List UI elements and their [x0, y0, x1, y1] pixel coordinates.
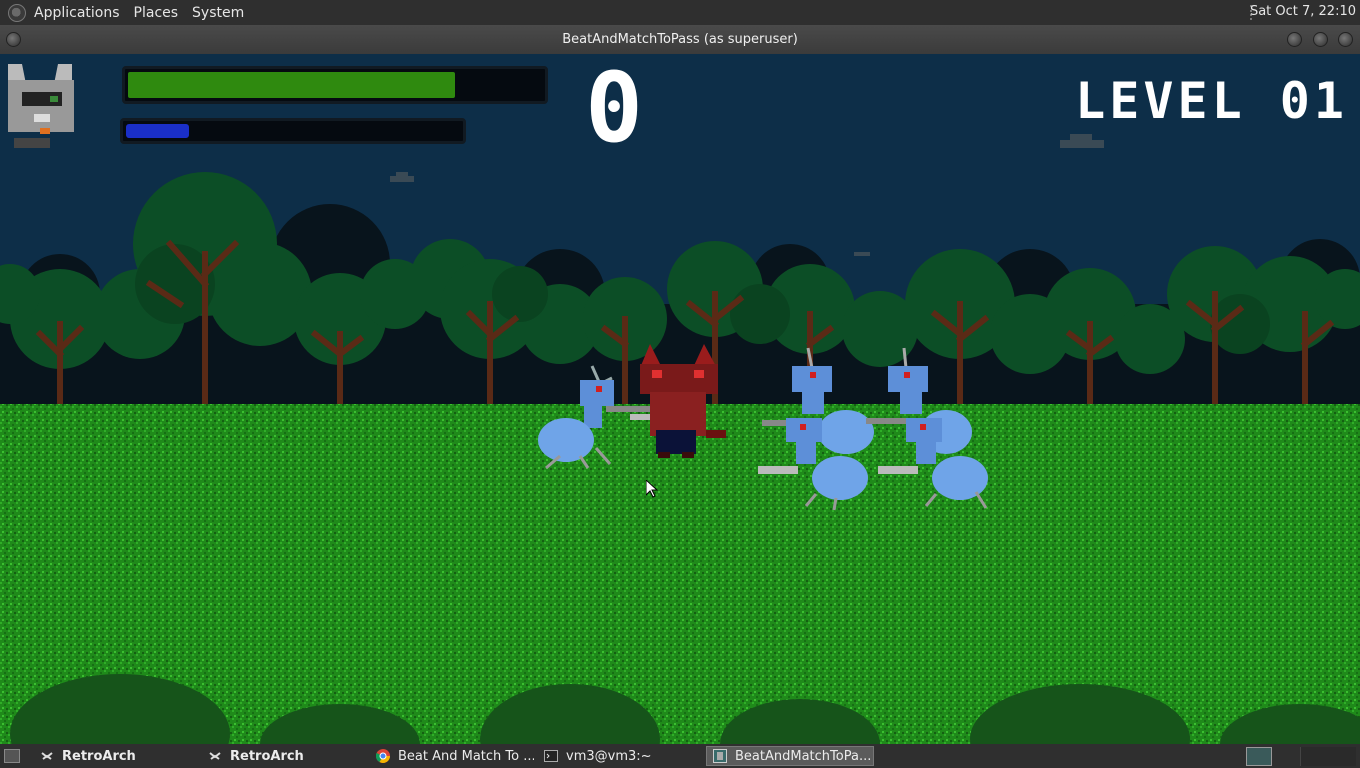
taskbar-item-label: RetroArch: [230, 748, 304, 764]
score-counter: 0: [585, 54, 643, 164]
chrome-icon: [375, 749, 390, 763]
minimize-button[interactable]: [1287, 32, 1302, 47]
retroarch-icon: [208, 749, 222, 763]
terminal-icon: [544, 749, 558, 763]
grass-field: [0, 404, 1360, 744]
health-bar: [122, 66, 548, 104]
workspace-switcher[interactable]: [1300, 747, 1356, 766]
menu-applications[interactable]: Applications: [34, 5, 120, 21]
taskbar-item-retroarch-2[interactable]: RetroArch: [202, 746, 366, 766]
window-title-bar[interactable]: BeatAndMatchToPass (as superuser): [0, 25, 1360, 54]
taskbar-item-label: vm3@vm3:~: [566, 748, 652, 764]
taskbar-item-retroarch-1[interactable]: RetroArch: [34, 746, 198, 766]
close-button[interactable]: [1338, 32, 1353, 47]
tray-app-icon[interactable]: [1246, 747, 1272, 766]
game-scene: [0, 54, 1360, 744]
taskbar-item-terminal[interactable]: vm3@vm3:~: [538, 746, 702, 766]
mana-bar-fill: [126, 124, 190, 138]
taskbar-item-label: RetroArch: [62, 748, 136, 764]
maximize-button[interactable]: [1313, 32, 1328, 47]
taskbar-item-label: Beat And Match To ...: [398, 748, 534, 764]
taskbar: RetroArch RetroArch Beat And Match To ..…: [0, 744, 1360, 768]
taskbar-item-game-window[interactable]: BeatAndMatchToPa...: [706, 746, 874, 766]
top-panel: Applications Places System Sat Oct 7, 22…: [0, 0, 1360, 25]
mana-bar: [120, 118, 466, 144]
menu-system[interactable]: System: [192, 5, 244, 21]
menu-places[interactable]: Places: [134, 5, 179, 21]
window-title: BeatAndMatchToPass (as superuser): [562, 32, 798, 47]
game-viewport[interactable]: 0 LEVEL 01: [0, 54, 1360, 744]
applications-logo-icon[interactable]: [8, 3, 26, 22]
retroarch-icon: [40, 749, 54, 763]
health-bar-fill: [128, 72, 456, 98]
clock[interactable]: Sat Oct 7, 22:10: [1250, 4, 1356, 19]
mouse-cursor-icon: [646, 480, 658, 498]
level-indicator: LEVEL 01: [1075, 72, 1348, 130]
taskbar-item-label: BeatAndMatchToPa...: [735, 748, 872, 764]
player-avatar-icon: [8, 64, 74, 148]
show-desktop-icon[interactable]: [4, 749, 20, 763]
game-window-icon: [713, 749, 727, 763]
taskbar-item-browser[interactable]: Beat And Match To ...: [370, 746, 534, 766]
window-menu-button[interactable]: [6, 32, 21, 47]
